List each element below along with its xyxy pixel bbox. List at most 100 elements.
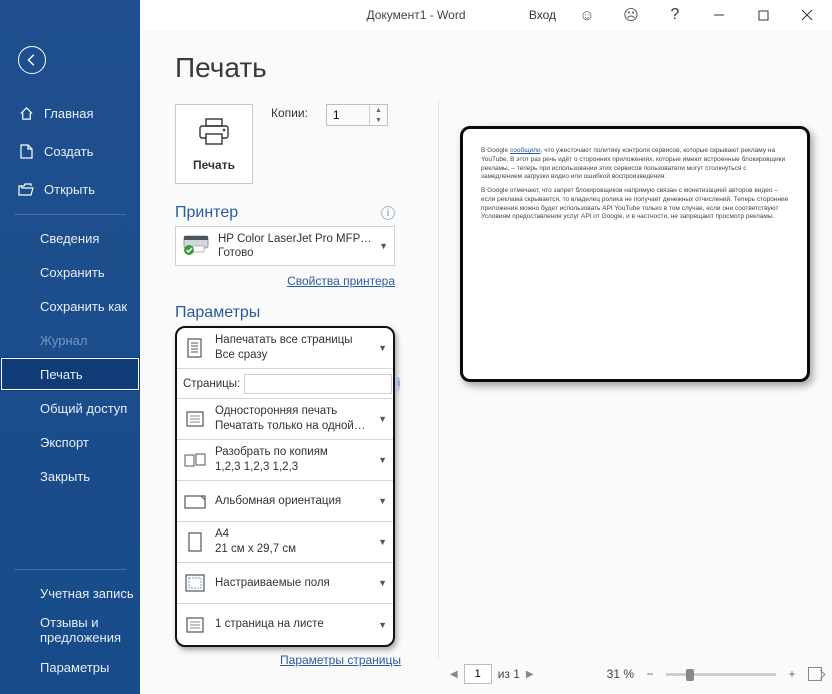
params-heading: Параметры: [175, 304, 260, 322]
page-setup-link[interactable]: Параметры страницы: [280, 653, 401, 667]
separator: [14, 214, 126, 215]
sidebar-label: Открыть: [44, 182, 95, 197]
paper-icon: [183, 530, 207, 554]
zoom-in-button[interactable]: +: [784, 667, 800, 681]
sidebar-item-export[interactable]: Экспорт: [0, 425, 140, 459]
preview-footer: ◀ из 1 ▶ 31 % − +: [450, 660, 822, 688]
print-preview: В Google сообщили, что ужесточают полити…: [460, 126, 810, 646]
sidebar-item-options[interactable]: Параметры: [0, 650, 140, 684]
vertical-divider: [438, 100, 439, 658]
current-page-input[interactable]: [464, 664, 492, 684]
copies-spinner[interactable]: ▲▼: [326, 104, 388, 126]
sidebar-label: Сохранить: [40, 265, 105, 280]
print-backstage: Печать Печать Копии: ▲▼ Принтер i HP Col…: [140, 30, 832, 694]
preview-link: сообщили: [510, 147, 541, 154]
printer-selector[interactable]: HP Color LaserJet Pro MFP… Готово ▼: [175, 226, 395, 266]
param-orientation[interactable]: Альбомная ориентация ▼: [177, 481, 393, 522]
print-button-label: Печать: [193, 158, 235, 172]
params-list: Напечатать все страницыВсе сразу ▼ Стран…: [175, 326, 395, 647]
param-pages-row: Страницы: i: [177, 369, 393, 399]
minimize-button[interactable]: [698, 1, 740, 29]
sidebar-item-create[interactable]: Создать: [0, 132, 140, 170]
one-per-sheet-icon: [183, 613, 207, 637]
sidebar-item-feedback[interactable]: Отзывы и предложения: [0, 610, 140, 650]
zoom-out-button[interactable]: −: [642, 667, 658, 681]
zoom-knob[interactable]: [686, 669, 694, 681]
separator: [14, 569, 126, 570]
sidebar-label: Печать: [40, 367, 83, 382]
login-link[interactable]: Вход: [521, 1, 564, 29]
prev-page-button[interactable]: ◀: [450, 669, 458, 680]
sidebar-label: Сведения: [40, 231, 99, 246]
next-page-button[interactable]: ▶: [526, 669, 534, 680]
pages-input[interactable]: [244, 374, 392, 394]
param-collate[interactable]: Разобрать по копиям1,2,3 1,2,3 1,2,3 ▼: [177, 440, 393, 481]
one-sided-icon: [183, 407, 207, 431]
printer-device-icon: [182, 233, 210, 260]
collate-icon: [183, 448, 207, 472]
chevron-down-icon: ▼: [378, 496, 387, 506]
printer-name: HP Color LaserJet Pro MFP…: [218, 232, 372, 246]
backstage-sidebar: Главная Создать Открыть Сведения Сохрани…: [0, 0, 140, 694]
home-icon: [18, 105, 34, 121]
page-title: Печать: [175, 52, 267, 84]
print-button[interactable]: Печать: [175, 104, 253, 184]
sidebar-label: Экспорт: [40, 435, 89, 450]
sidebar-item-history: Журнал: [0, 323, 140, 357]
preview-page: В Google сообщили, что ужесточают полити…: [460, 126, 810, 382]
param-print-range[interactable]: Напечатать все страницыВсе сразу ▼: [177, 328, 393, 369]
close-button[interactable]: [786, 1, 828, 29]
printer-heading: Принтер: [175, 204, 238, 222]
sidebar-label: Создать: [44, 144, 93, 159]
copies-input[interactable]: [327, 108, 369, 122]
help-button[interactable]: ?: [654, 1, 696, 29]
sidebar-item-open[interactable]: Открыть: [0, 170, 140, 208]
sidebar-label: Сохранить как: [40, 299, 127, 314]
sidebar-label: Закрыть: [40, 469, 90, 484]
chevron-down-icon: ▼: [378, 620, 387, 630]
sidebar-item-save[interactable]: Сохранить: [0, 255, 140, 289]
param-paper-size[interactable]: A421 см x 29,7 см ▼: [177, 522, 393, 563]
spinner-arrows[interactable]: ▲▼: [369, 105, 387, 125]
sidebar-item-print[interactable]: Печать: [0, 357, 140, 391]
fit-to-window-button[interactable]: [808, 667, 822, 681]
info-icon[interactable]: i: [396, 377, 400, 391]
sidebar-item-home[interactable]: Главная: [0, 94, 140, 132]
happy-face-icon[interactable]: ☺: [566, 1, 608, 29]
sidebar-label: Учетная запись: [40, 586, 134, 601]
open-icon: [18, 181, 34, 197]
chevron-down-icon: ▼: [378, 578, 387, 588]
page-of-label: из 1: [498, 667, 520, 681]
chevron-down-icon: ▼: [378, 455, 387, 465]
sidebar-item-account[interactable]: Учетная запись: [0, 576, 140, 610]
sidebar-label: Параметры: [40, 660, 109, 675]
chevron-down-icon: ▼: [378, 414, 387, 424]
printer-icon: [197, 117, 231, 152]
param-margins[interactable]: Настраиваемые поля ▼: [177, 563, 393, 604]
pages-all-icon: [183, 336, 207, 360]
zoom-slider[interactable]: [666, 673, 776, 676]
sidebar-label: Общий доступ: [40, 401, 127, 416]
chevron-down-icon: ▼: [379, 241, 388, 251]
landscape-icon: [183, 489, 207, 513]
printer-properties-link[interactable]: Свойства принтера: [287, 274, 395, 288]
margins-icon: [183, 571, 207, 595]
sidebar-label: Отзывы и предложения: [40, 615, 140, 645]
sidebar-item-close[interactable]: Закрыть: [0, 459, 140, 493]
back-button[interactable]: [18, 46, 46, 74]
param-duplex[interactable]: Односторонняя печатьПечатать только на о…: [177, 399, 393, 440]
zoom-percent: 31 %: [600, 667, 634, 681]
chevron-down-icon: ▼: [378, 343, 387, 353]
maximize-button[interactable]: [742, 1, 784, 29]
sidebar-label: Журнал: [40, 333, 87, 348]
sad-face-icon[interactable]: ☹: [610, 1, 652, 29]
sidebar-item-share[interactable]: Общий доступ: [0, 391, 140, 425]
printer-status: Готово: [218, 246, 372, 260]
chevron-down-icon: ▼: [378, 537, 387, 547]
copies-label: Копии:: [271, 106, 308, 120]
info-icon[interactable]: i: [381, 206, 395, 220]
sidebar-item-info[interactable]: Сведения: [0, 221, 140, 255]
sidebar-item-saveas[interactable]: Сохранить как: [0, 289, 140, 323]
new-doc-icon: [18, 143, 34, 159]
param-pages-per-sheet[interactable]: 1 страница на листе ▼: [177, 604, 393, 645]
